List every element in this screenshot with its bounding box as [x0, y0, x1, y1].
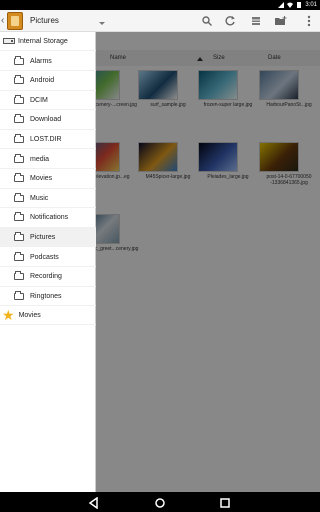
- wifi-icon: [287, 2, 294, 8]
- battery-icon: [297, 2, 302, 8]
- title-dropdown-icon[interactable]: [99, 22, 105, 25]
- drawer-item-download[interactable]: Download: [0, 111, 96, 130]
- drawer-item-music[interactable]: Music: [0, 189, 96, 209]
- back-button[interactable]: [88, 496, 100, 510]
- refresh-icon: [225, 16, 235, 26]
- home-button[interactable]: [154, 496, 166, 508]
- drawer-item-label: DCIM: [30, 96, 48, 104]
- home-icon: [155, 498, 165, 508]
- page-title[interactable]: Pictures: [30, 16, 59, 25]
- search-icon: [202, 16, 212, 26]
- folder-icon: [14, 192, 24, 202]
- drawer-item-label: Pictures: [30, 233, 56, 241]
- system-nav-bar: [0, 492, 320, 512]
- drawer-item-label: Ringtones: [30, 292, 62, 300]
- overflow-menu-button[interactable]: [302, 14, 316, 28]
- drawer-item-label: Internal Storage: [18, 37, 68, 45]
- scrim-overlay[interactable]: [96, 32, 320, 492]
- folder-icon: [14, 212, 24, 222]
- drawer-item-label: media: [30, 155, 50, 163]
- storage-icon: [3, 38, 15, 44]
- drawer-item-pictures[interactable]: Pictures: [0, 228, 96, 248]
- drawer-item-label: Android: [30, 77, 55, 85]
- folder-icon: [14, 173, 24, 183]
- drawer-item-media[interactable]: media: [0, 150, 96, 169]
- drawer-item-internal-storage[interactable]: Internal Storage: [0, 32, 96, 51]
- drawer-item-android[interactable]: Android: [0, 72, 96, 91]
- status-bar: 3:01: [0, 0, 320, 10]
- drawer-item-lost-dir[interactable]: LOST.DIR: [0, 130, 96, 150]
- folder-icon: [14, 94, 24, 104]
- status-icons: 3:01: [278, 1, 317, 9]
- new-folder-button[interactable]: [274, 14, 288, 28]
- drawer-item-dcim[interactable]: DCIM: [0, 91, 96, 111]
- folder-icon: [14, 75, 24, 85]
- star-icon: ★: [2, 307, 15, 323]
- drawer-item-podcasts[interactable]: Podcasts: [0, 248, 96, 267]
- folder-icon: [14, 231, 24, 241]
- drawer-item-label: Music: [30, 194, 49, 202]
- overflow-menu-icon: [307, 15, 311, 27]
- recents-button[interactable]: [219, 496, 231, 508]
- search-button[interactable]: [200, 14, 214, 28]
- drawer-item-label: LOST.DIR: [30, 135, 62, 143]
- drawer-item-label: Notifications: [30, 214, 69, 222]
- folder-icon: [14, 114, 24, 124]
- navigation-drawer: Internal Storage Alarms Android DCIM Downlo…: [0, 32, 96, 492]
- view-icon: [252, 17, 260, 25]
- folder-icon: [14, 55, 24, 65]
- new-folder-icon: [275, 16, 287, 25]
- drawer-item-alarms[interactable]: Alarms: [0, 52, 96, 71]
- drawer-item-recording[interactable]: Recording: [0, 268, 96, 287]
- recents-icon: [220, 498, 230, 508]
- back-icon: [88, 496, 98, 510]
- drawer-item-label: Podcasts: [30, 253, 59, 261]
- drawer-item-label: Download: [30, 116, 62, 124]
- app-logo-icon[interactable]: [7, 12, 23, 30]
- refresh-button[interactable]: [223, 14, 237, 28]
- drawer-item-label: Alarms: [30, 57, 52, 65]
- drawer-item-bookmark-movies[interactable]: ★ Movies: [0, 306, 96, 325]
- signal-icon: [278, 2, 285, 8]
- app-bar: ‹ Pictures: [0, 10, 320, 32]
- folder-icon: [14, 153, 24, 163]
- drawer-item-ringtones[interactable]: Ringtones: [0, 287, 96, 307]
- drawer-item-label: Movies: [30, 175, 53, 183]
- drawer-item-movies[interactable]: Movies: [0, 170, 96, 189]
- folder-icon: [14, 271, 24, 281]
- view-mode-button[interactable]: [249, 14, 263, 28]
- drawer-item-label: Movies: [18, 311, 41, 319]
- folder-icon: [14, 251, 24, 261]
- folder-icon: [14, 290, 24, 300]
- drawer-item-label: Recording: [30, 273, 62, 281]
- clock: 3:01: [305, 2, 317, 8]
- folder-icon: [14, 133, 24, 143]
- drawer-item-notifications[interactable]: Notifications: [0, 209, 96, 228]
